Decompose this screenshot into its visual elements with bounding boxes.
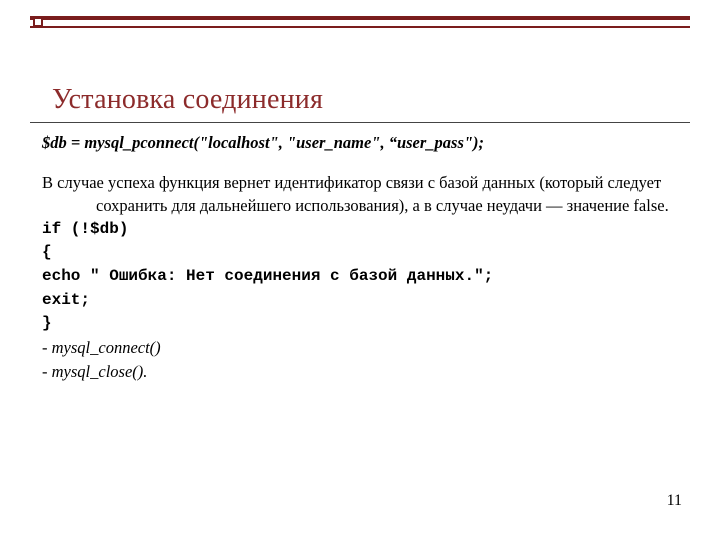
corner-square-icon [33,17,43,27]
code-brace-close: } [42,313,670,335]
paragraph-desc: В случае успеха функция вернет идентифик… [42,172,670,217]
page-number: 11 [667,492,682,510]
code-brace-open: { [42,242,670,264]
code-exit: exit; [42,290,670,312]
header-double-rule [30,16,690,34]
code-pconnect: $db = mysql_pconnect("localhost", "user_… [42,132,670,154]
slide-body: $db = mysql_pconnect("localhost", "user_… [42,132,670,385]
code-if: if (!$db) [42,219,670,241]
title-underline [30,122,690,123]
bullet-mysql-connect: - mysql_connect() [42,337,670,359]
bullet-mysql-close: - mysql_close(). [42,361,670,383]
code-echo: echo " Ошибка: Нет соединения с базой да… [42,266,670,288]
slide-title: Установка соединения [52,84,668,116]
rule-thick [30,16,690,20]
rule-thin [30,26,690,28]
